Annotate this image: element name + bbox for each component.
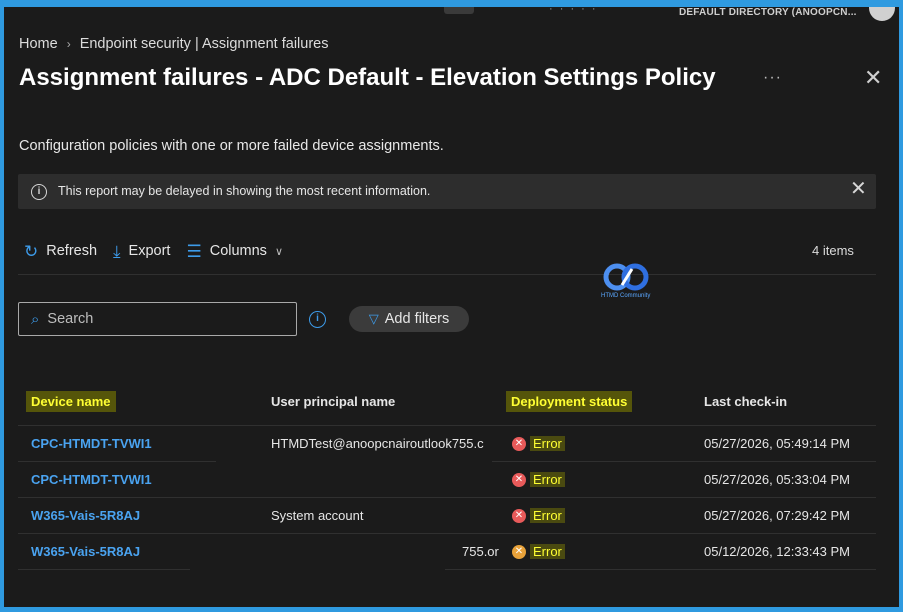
export-label: Export (128, 243, 171, 259)
search-icon: ⌕ (31, 310, 40, 328)
avatar[interactable] (869, 7, 895, 21)
device-link[interactable]: CPC-HTMDT-TVWI1 (31, 436, 152, 451)
refresh-button[interactable]: ↻ Refresh (24, 243, 97, 260)
table-footer (18, 572, 876, 607)
error-icon: ✕ (512, 544, 526, 559)
command-bar: ↻ Refresh ⤓ Export ☰ Columns ∨ (24, 239, 299, 263)
columns-label: Columns (209, 243, 267, 259)
search-info-icon[interactable]: i (309, 311, 326, 328)
column-header-device-name[interactable]: Device name (26, 391, 116, 412)
more-options-icon[interactable]: ··· (763, 69, 782, 87)
top-bar-control[interactable] (444, 7, 474, 14)
breadcrumb: Home › Endpoint security | Assignment fa… (19, 36, 328, 52)
redaction-mask (190, 535, 445, 570)
status-text: Error (530, 472, 565, 487)
checkin-cell: 05/27/2026, 05:33:04 PM (704, 472, 851, 487)
table-row[interactable]: W365-Vais-5R8AJ System account ✕ Error 0… (18, 498, 876, 534)
row-divider (18, 569, 876, 570)
status-cell: ✕ Error (512, 544, 565, 559)
htmd-community-logo: HTMD Community (600, 261, 652, 307)
status-cell: ✕ Error (512, 436, 565, 451)
page-title: Assignment failures - ADC Default - Elev… (19, 64, 716, 91)
checkin-cell: 05/12/2026, 12:33:43 PM (704, 544, 851, 559)
search-box[interactable]: ⌕ (18, 302, 297, 336)
breadcrumb-chevron-icon: › (66, 37, 71, 51)
download-icon: ⤓ (113, 241, 121, 261)
error-icon: ✕ (512, 472, 526, 487)
close-icon[interactable]: ✕ (864, 67, 882, 89)
info-banner: i This report may be delayed in showing … (18, 174, 876, 209)
breadcrumb-home[interactable]: Home (19, 36, 58, 52)
device-link[interactable]: W365-Vais-5R8AJ (31, 508, 140, 523)
logo-text: HTMD Community (601, 293, 651, 299)
status-cell: ✕ Error (512, 472, 565, 487)
refresh-icon: ↻ (24, 241, 39, 261)
portal-top-bar: · · · · · DEFAULT DIRECTORY (ANOOPCN... (4, 7, 899, 21)
add-filters-button[interactable]: ▽ Add filters (349, 306, 469, 332)
export-button[interactable]: ⤓ Export (113, 243, 170, 260)
top-bar-icons: · · · · · (549, 7, 598, 15)
status-text: Error (530, 436, 565, 451)
device-link[interactable]: CPC-HTMDT-TVWI1 (31, 472, 152, 487)
assignment-failures-blade: · · · · · DEFAULT DIRECTORY (ANOOPCN... … (4, 7, 899, 607)
upn-cell: 755.or (462, 544, 499, 559)
items-count: 4 items (812, 243, 854, 258)
columns-icon: ☰ (186, 241, 202, 261)
banner-message: This report may be delayed in showing th… (58, 184, 431, 198)
search-input[interactable] (47, 311, 268, 327)
deployment-status-header-label: Deployment status (506, 391, 633, 412)
error-icon: ✕ (512, 436, 526, 451)
status-text: Error (530, 508, 565, 523)
status-text: Error (530, 544, 565, 559)
column-header-last-check-in[interactable]: Last check-in (704, 394, 787, 409)
refresh-label: Refresh (46, 243, 98, 259)
columns-button[interactable]: ☰ Columns ∨ (186, 243, 283, 260)
htmd-logo-icon (603, 263, 649, 291)
directory-label[interactable]: DEFAULT DIRECTORY (ANOOPCN... (679, 7, 857, 18)
checkin-cell: 05/27/2026, 07:29:42 PM (704, 508, 851, 523)
filter-icon: ▽ (368, 311, 379, 326)
checkin-cell: 05/27/2026, 05:49:14 PM (704, 436, 851, 451)
info-icon: i (31, 184, 47, 200)
error-icon: ✕ (512, 508, 526, 523)
page-description: Configuration policies with one or more … (19, 138, 444, 154)
toolbar-divider (18, 274, 876, 275)
upn-cell: HTMDTest@anoopcnairoutlook755.c (271, 436, 484, 451)
breadcrumb-current[interactable]: Endpoint security | Assignment failures (80, 36, 329, 52)
add-filters-label: Add filters (384, 311, 450, 327)
chevron-down-icon: ∨ (274, 245, 283, 258)
device-link[interactable]: W365-Vais-5R8AJ (31, 544, 140, 559)
table-row[interactable]: W365-Vais-5R8AJ 755.or ✕ Error 05/12/202… (18, 534, 876, 570)
column-header-user-principal-name[interactable]: User principal name (271, 394, 395, 409)
table-row[interactable]: CPC-HTMDT-TVWI1 ✕ Error 05/27/2026, 05:3… (18, 462, 876, 498)
device-name-header-label: Device name (26, 391, 116, 412)
column-header-deployment-status[interactable]: Deployment status (506, 391, 633, 412)
banner-close-icon[interactable]: ✕ (850, 179, 867, 199)
redaction-mask (216, 453, 492, 463)
upn-cell: System account (271, 508, 364, 523)
status-cell: ✕ Error (512, 508, 565, 523)
